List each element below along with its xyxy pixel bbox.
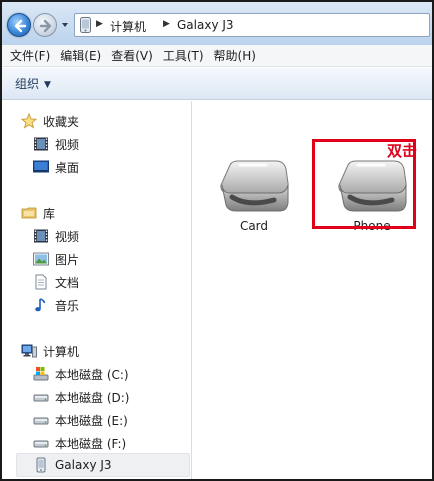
- nav-drive-e[interactable]: 本地磁盘 (E:): [32, 409, 128, 431]
- hard-drive-icon: [32, 434, 50, 452]
- nav-favorites-label: 收藏夹: [43, 114, 80, 129]
- address-input[interactable]: ▶ 计算机 ▶ Galaxy J3: [74, 13, 430, 37]
- navigation-pane: 收藏夹 视频 桌面 库 视频 图片 文档 音乐 计算机 本地磁盘 (C:) 本地…: [2, 101, 192, 479]
- system-drive-icon: [32, 365, 50, 383]
- chevron-down-icon: ▼: [44, 80, 51, 90]
- nav-favorites[interactable]: 收藏夹: [20, 110, 79, 132]
- nav-computer-label: 计算机: [43, 344, 80, 359]
- menu-file[interactable]: 文件(F): [5, 45, 55, 67]
- nav-favorites-videos[interactable]: 视频: [32, 133, 79, 155]
- nav-libraries-pictures[interactable]: 图片: [32, 248, 79, 270]
- nav-galaxy-j3[interactable]: Galaxy J3: [32, 454, 112, 476]
- back-button[interactable]: [7, 13, 31, 37]
- nav-libraries-videos-label: 视频: [55, 229, 80, 244]
- forward-button[interactable]: [33, 13, 57, 37]
- desktop-icon: [32, 158, 50, 176]
- nav-libraries-pictures-label: 图片: [55, 252, 80, 267]
- address-bar-row: ▶ 计算机 ▶ Galaxy J3: [2, 2, 432, 45]
- breadcrumb-computer[interactable]: 计算机: [110, 18, 146, 35]
- nav-libraries-videos[interactable]: 视频: [32, 225, 79, 247]
- document-icon: [32, 273, 50, 291]
- nav-favorites-videos-label: 视频: [55, 137, 80, 152]
- arrow-left-icon: [14, 19, 27, 33]
- nav-drive-c-label: 本地磁盘 (C:): [55, 367, 129, 382]
- double-click-annotation: 双击: [387, 142, 418, 160]
- nav-libraries-documents-label: 文档: [55, 275, 80, 290]
- hard-drive-icon: [32, 388, 50, 406]
- nav-galaxy-j3-label: Galaxy J3: [55, 458, 112, 472]
- music-note-icon: [32, 296, 50, 314]
- drive-card[interactable]: Card: [204, 151, 304, 241]
- nav-libraries-documents[interactable]: 文档: [32, 271, 79, 293]
- menu-help[interactable]: 帮助(H): [209, 45, 261, 67]
- nav-libraries-music[interactable]: 音乐: [32, 294, 79, 316]
- breadcrumb-separator-icon[interactable]: ▶: [96, 19, 103, 29]
- breadcrumb-separator-icon[interactable]: ▶: [163, 19, 170, 29]
- recent-pages-dropdown-icon[interactable]: [60, 20, 70, 30]
- library-folder-icon: [20, 204, 38, 222]
- nav-drive-d-label: 本地磁盘 (D:): [55, 390, 130, 405]
- organize-button[interactable]: 组织 ▼: [15, 75, 51, 92]
- phone-icon: [32, 456, 50, 474]
- breadcrumb-galaxy-j3[interactable]: Galaxy J3: [177, 18, 234, 32]
- nav-drive-f[interactable]: 本地磁盘 (F:): [32, 432, 126, 454]
- menu-view[interactable]: 查看(V): [106, 45, 158, 67]
- nav-drive-c[interactable]: 本地磁盘 (C:): [32, 363, 129, 385]
- nav-libraries-label: 库: [43, 206, 56, 221]
- nav-libraries[interactable]: 库: [20, 202, 55, 224]
- explorer-window: ▶ 计算机 ▶ Galaxy J3 文件(F) 编辑(E) 查看(V) 工具(T…: [0, 0, 434, 481]
- nav-favorites-desktop[interactable]: 桌面: [32, 156, 79, 178]
- drive-card-label: Card: [239, 219, 269, 233]
- film-icon: [32, 135, 50, 153]
- menu-bar: 文件(F) 编辑(E) 查看(V) 工具(T) 帮助(H): [2, 45, 432, 67]
- nav-drive-f-label: 本地磁盘 (F:): [55, 436, 127, 451]
- star-icon: [20, 112, 38, 130]
- nav-drive-d[interactable]: 本地磁盘 (D:): [32, 386, 129, 408]
- film-icon: [32, 227, 50, 245]
- menu-tools[interactable]: 工具(T): [158, 45, 209, 67]
- removable-drive-icon: [220, 160, 289, 212]
- nav-computer[interactable]: 计算机: [20, 340, 79, 362]
- menu-edit[interactable]: 编辑(E): [55, 45, 106, 67]
- arrow-right-icon: [39, 19, 52, 33]
- hard-drive-icon: [32, 411, 50, 429]
- command-bar: 组织 ▼: [2, 68, 432, 100]
- nav-favorites-desktop-label: 桌面: [55, 160, 80, 175]
- phone-icon: [80, 17, 91, 33]
- computer-icon: [20, 342, 38, 360]
- organize-label: 组织: [15, 77, 40, 91]
- picture-icon: [32, 250, 50, 268]
- nav-drive-e-label: 本地磁盘 (E:): [55, 413, 128, 428]
- nav-libraries-music-label: 音乐: [55, 298, 80, 313]
